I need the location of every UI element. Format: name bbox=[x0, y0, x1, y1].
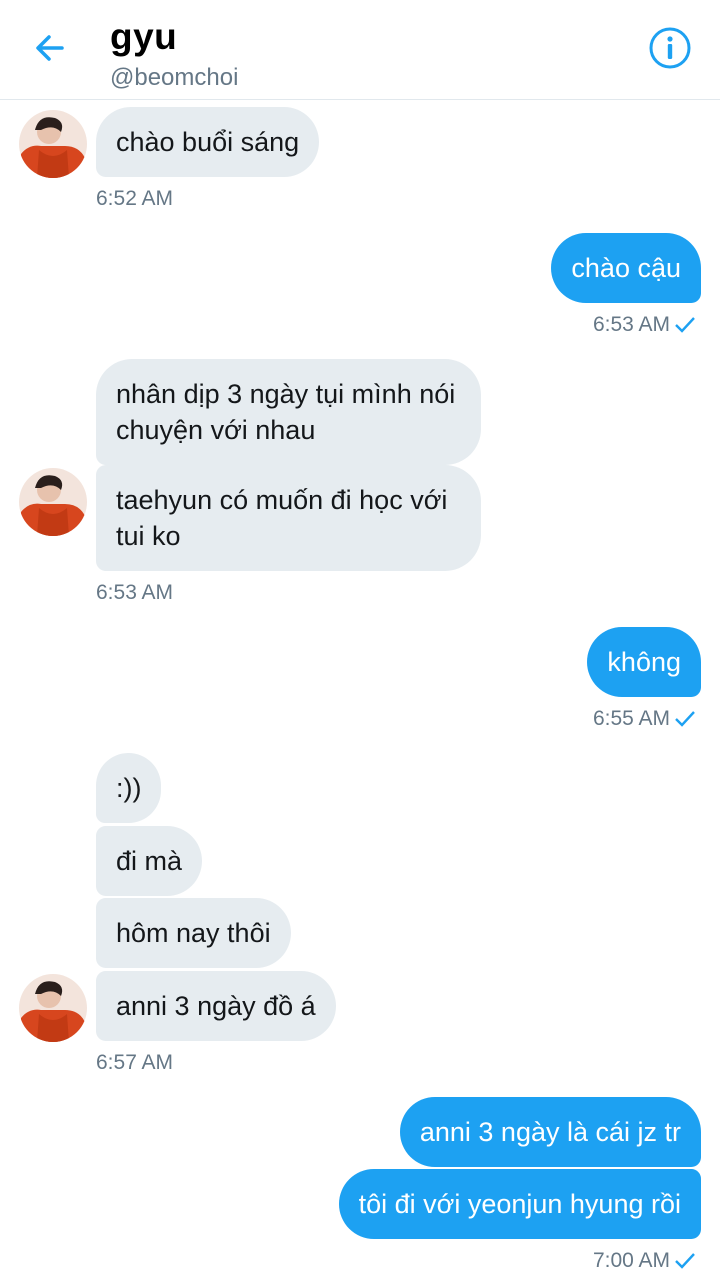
message-timestamp: 6:52 AM bbox=[96, 187, 174, 210]
message-bubble-incoming[interactable]: :)) bbox=[96, 753, 162, 823]
message-timestamp: 6:53 AM bbox=[592, 313, 670, 336]
message-bubble-incoming[interactable]: taehyun có muốn đi học với tui ko bbox=[96, 465, 481, 571]
avatar[interactable] bbox=[19, 110, 87, 178]
conversation-header: gyu @beomchoi bbox=[0, 0, 720, 100]
message-timestamp: 6:55 AM bbox=[592, 707, 670, 730]
message-bubble-incoming[interactable]: anni 3 ngày đồ á bbox=[96, 971, 336, 1041]
avatar-photo-icon bbox=[19, 468, 87, 536]
message-bubble-outgoing[interactable]: anni 3 ngày là cái jz tr bbox=[399, 1097, 701, 1167]
conversation-handle: @beomchoi bbox=[110, 64, 239, 91]
message-bubble-outgoing[interactable]: không bbox=[587, 627, 701, 697]
message-bubble-outgoing[interactable]: chào cậu bbox=[551, 233, 701, 303]
back-button[interactable] bbox=[30, 28, 70, 68]
message-bubble-incoming[interactable]: đi mà bbox=[96, 826, 203, 896]
sent-check-icon bbox=[675, 711, 695, 728]
arrow-left-icon bbox=[36, 35, 64, 61]
message-bubble-incoming[interactable]: hôm nay thôi bbox=[96, 898, 291, 968]
message-timestamp: 6:57 AM bbox=[96, 1051, 174, 1074]
message-bubble-incoming[interactable]: chào buổi sáng bbox=[96, 107, 320, 177]
sent-check-icon bbox=[675, 317, 695, 334]
avatar[interactable] bbox=[19, 468, 87, 536]
message-timestamp: 7:00 AM bbox=[592, 1249, 670, 1272]
message-timestamp-row: 6:55 AM bbox=[593, 707, 696, 731]
info-button[interactable] bbox=[648, 26, 692, 70]
avatar-photo-icon bbox=[19, 974, 87, 1042]
message-bubble-incoming[interactable]: nhân dịp 3 ngày tụi mình nói chuyện với … bbox=[96, 359, 481, 465]
avatar-photo-icon bbox=[19, 110, 87, 178]
avatar[interactable] bbox=[19, 974, 87, 1042]
message-bubble-outgoing[interactable]: tôi đi với yeonjun hyung rồi bbox=[338, 1169, 701, 1239]
conversation-title: gyu bbox=[110, 16, 178, 57]
message-timestamp: 6:53 AM bbox=[96, 581, 174, 604]
sent-check-icon bbox=[675, 1253, 695, 1270]
message-timestamp-row: 7:00 AM bbox=[593, 1249, 696, 1273]
message-timestamp-row: 6:53 AM bbox=[593, 313, 696, 337]
info-icon bbox=[649, 27, 691, 69]
